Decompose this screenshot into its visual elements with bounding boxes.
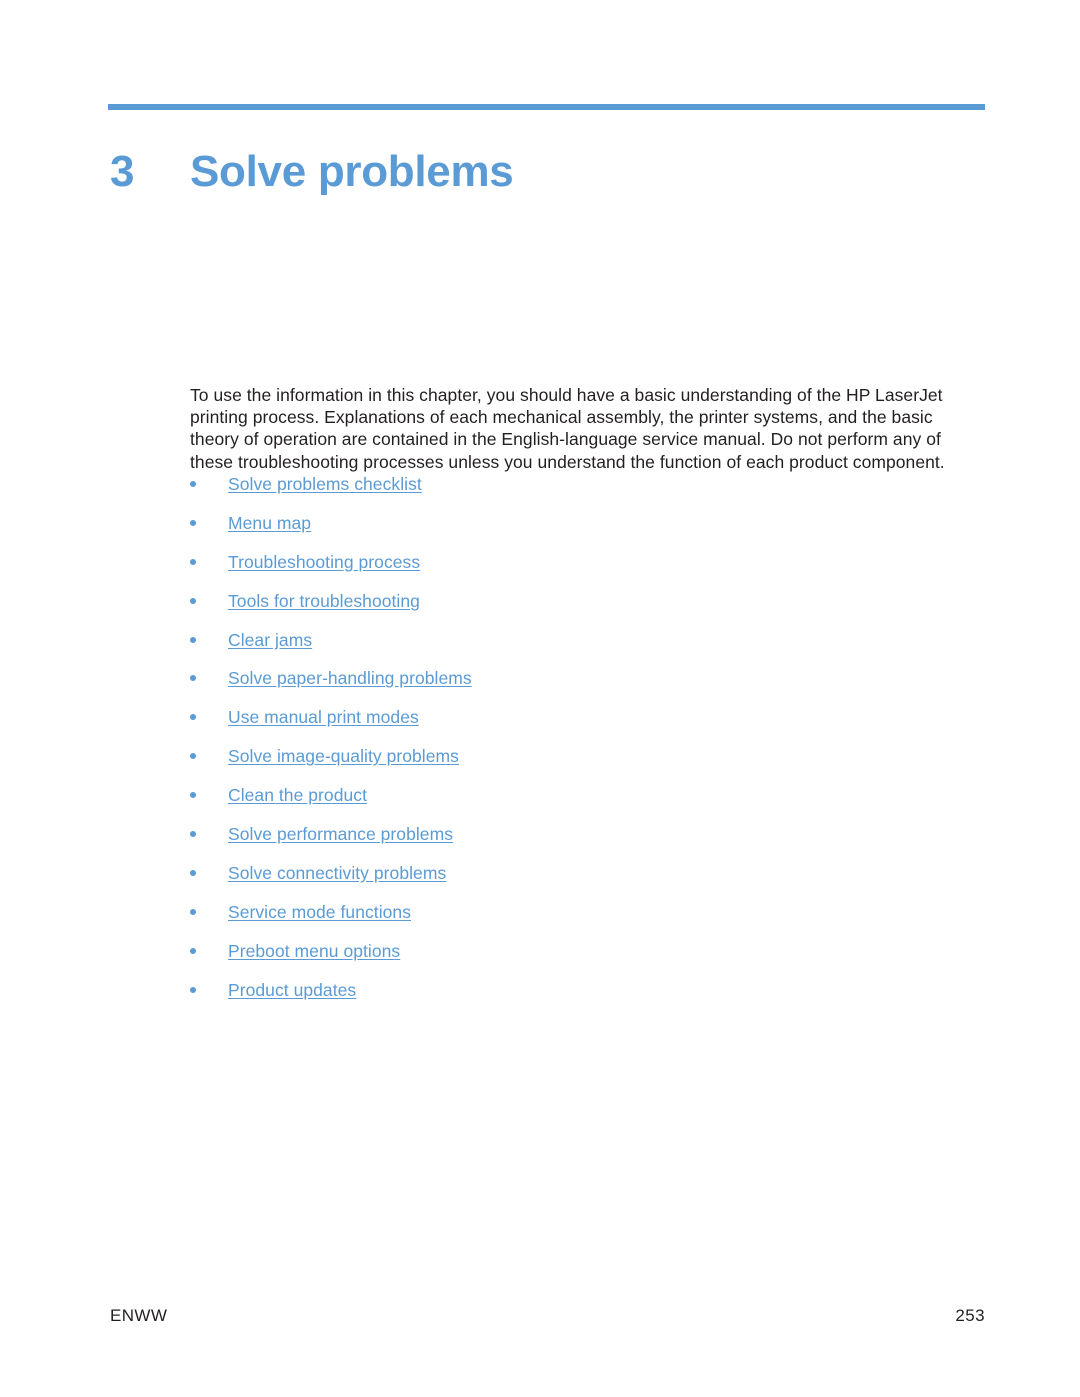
chapter-contents-list: Solve problems checklist Menu map Troubl… — [190, 474, 980, 1018]
chapter-link[interactable]: Clean the product — [228, 785, 367, 805]
chapter-title-text: Solve problems — [190, 147, 514, 197]
bullet-icon — [190, 636, 196, 643]
list-item[interactable]: Clear jams — [190, 630, 980, 669]
list-item[interactable]: Menu map — [190, 513, 980, 552]
chapter-link[interactable]: Product updates — [228, 980, 356, 1000]
bullet-icon — [190, 519, 196, 526]
page-title: 3 Solve problems — [110, 145, 990, 199]
document-page: 3 Solve problems To use the information … — [0, 0, 1080, 1397]
bullet-icon — [190, 753, 196, 760]
list-item[interactable]: Solve performance problems — [190, 824, 980, 863]
chapter-link[interactable]: Troubleshooting process — [228, 552, 420, 572]
page-footer: ENWW 253 — [110, 1306, 985, 1326]
intro-paragraph: To use the information in this chapter, … — [190, 384, 945, 472]
bullet-icon — [190, 714, 196, 721]
chapter-link[interactable]: Solve image-quality problems — [228, 746, 459, 766]
chapter-link[interactable]: Solve paper-handling problems — [228, 668, 472, 688]
chapter-link[interactable]: Solve performance problems — [228, 824, 453, 844]
list-item[interactable]: Solve image-quality problems — [190, 746, 980, 785]
list-item[interactable]: Troubleshooting process — [190, 552, 980, 591]
bullet-icon — [190, 908, 196, 915]
bullet-icon — [190, 558, 196, 565]
list-item[interactable]: Product updates — [190, 980, 980, 1019]
list-item[interactable]: Use manual print modes — [190, 707, 980, 746]
list-item[interactable]: Preboot menu options — [190, 941, 980, 980]
list-item[interactable]: Service mode functions — [190, 902, 980, 941]
bullet-icon — [190, 597, 196, 604]
chapter-link[interactable]: Preboot menu options — [228, 941, 400, 961]
list-item[interactable]: Clean the product — [190, 785, 980, 824]
list-item[interactable]: Solve paper-handling problems — [190, 668, 980, 707]
bullet-icon — [190, 947, 196, 954]
list-item[interactable]: Tools for troubleshooting — [190, 591, 980, 630]
bullet-icon — [190, 869, 196, 876]
bullet-icon — [190, 986, 196, 993]
list-item[interactable]: Solve connectivity problems — [190, 863, 980, 902]
page-number: 253 — [955, 1306, 985, 1325]
list-item[interactable]: Solve problems checklist — [190, 474, 980, 513]
bullet-icon — [190, 831, 196, 838]
bullet-icon — [190, 792, 196, 799]
chapter-number: 3 — [110, 147, 135, 197]
chapter-header-rule — [108, 104, 985, 110]
chapter-link[interactable]: Service mode functions — [228, 902, 411, 922]
bullet-icon — [190, 481, 196, 487]
chapter-link[interactable]: Clear jams — [228, 630, 312, 650]
chapter-link[interactable]: Tools for troubleshooting — [228, 591, 420, 611]
footer-locale-code: ENWW — [110, 1306, 168, 1325]
chapter-link[interactable]: Solve problems checklist — [228, 474, 422, 494]
chapter-link[interactable]: Menu map — [228, 513, 311, 533]
chapter-link[interactable]: Solve connectivity problems — [228, 863, 446, 883]
chapter-link[interactable]: Use manual print modes — [228, 707, 419, 727]
bullet-icon — [190, 675, 196, 682]
